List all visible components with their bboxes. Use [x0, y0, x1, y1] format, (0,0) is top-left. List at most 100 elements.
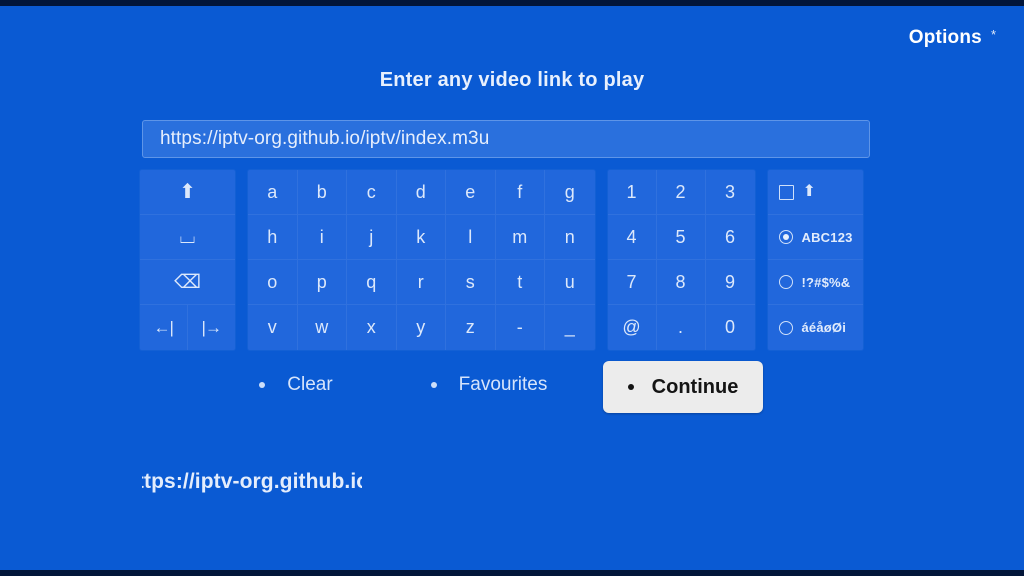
key-s[interactable]: s: [446, 260, 496, 305]
mode-row-symbols[interactable]: !?#$%&: [767, 260, 863, 305]
keyboard-row: 1 2 3: [607, 170, 755, 215]
key-m[interactable]: m: [495, 215, 545, 260]
keyboard-row: 7 8 9: [607, 260, 755, 305]
clear-button-label: Clear: [287, 374, 333, 395]
continue-button-label: Continue: [651, 375, 739, 398]
mode-label-abc123: ABC123: [801, 229, 853, 245]
key-w[interactable]: w: [297, 305, 347, 350]
keyboard-row: a b c d e f g: [248, 170, 595, 215]
key-period[interactable]: .: [656, 305, 706, 350]
key-y[interactable]: y: [396, 305, 446, 350]
key-1[interactable]: 1: [607, 170, 657, 215]
modifier-row: ←| |→: [140, 305, 235, 350]
key-5[interactable]: 5: [656, 215, 706, 260]
on-screen-keyboard: ⬆ ⌴ ⌫ ←| |→ a b c d e f g h i j k l m n …: [140, 170, 863, 350]
key-hyphen[interactable]: -: [495, 305, 545, 350]
mode-row-accents[interactable]: áéåøØi: [767, 305, 863, 350]
key-r[interactable]: r: [396, 260, 446, 305]
key-e[interactable]: e: [446, 170, 496, 215]
shift-up-arrow-icon: ⬆: [802, 183, 816, 200]
status-url-text: https://iptv-org.github.io/iptv/index.m3…: [142, 470, 362, 493]
favourites-button-label: Favourites: [458, 374, 548, 395]
modifier-row: ⌫: [140, 260, 235, 305]
key-backspace[interactable]: ⌫: [140, 260, 235, 305]
keyboard-numbers-panel: 1 2 3 4 5 6 7 8 9 @ . 0: [607, 170, 755, 350]
radio-icon-symbols[interactable]: [778, 275, 793, 289]
continue-button[interactable]: Continue: [603, 361, 763, 413]
favourites-button[interactable]: Favourites: [400, 361, 578, 409]
key-6[interactable]: 6: [705, 215, 755, 260]
modifier-row: ⬆: [140, 170, 235, 215]
key-q[interactable]: q: [347, 260, 397, 305]
mode-label-accents: áéåøØi: [801, 320, 847, 335]
key-j[interactable]: j: [347, 215, 397, 260]
letterbox-bottom: [0, 570, 1024, 576]
key-7[interactable]: 7: [607, 260, 657, 305]
bullet-icon: [259, 382, 266, 388]
clear-button[interactable]: Clear: [217, 361, 375, 409]
key-0[interactable]: 0: [705, 305, 755, 350]
radio-icon-accents[interactable]: [778, 320, 793, 335]
arrow-left-to-bar-icon: ←|: [153, 318, 174, 337]
keyboard-modifier-panel: ⬆ ⌴ ⌫ ←| |→: [140, 170, 235, 350]
action-button-row: Clear Favourites Continue: [217, 361, 763, 413]
key-l[interactable]: l: [446, 215, 496, 260]
keyboard-mode-panel: ⬆ ABC123 !?#$%& áéåøØi: [767, 170, 863, 350]
bar-to-arrow-right-icon: |→: [201, 318, 222, 337]
key-9[interactable]: 9: [705, 260, 755, 305]
mode-label-symbols: !?#$%&: [801, 274, 851, 290]
tv-keyboard-screen: Options * Enter any video link to play h…: [0, 0, 1024, 576]
keyboard-row: h i j k l m n: [248, 215, 595, 260]
key-shift[interactable]: ⬆: [140, 170, 235, 215]
key-i[interactable]: i: [297, 215, 347, 260]
keyboard-row: o p q r s t u: [248, 260, 595, 305]
key-8[interactable]: 8: [656, 260, 706, 305]
url-input-value: https://iptv-org.github.io/iptv/index.m3…: [160, 128, 490, 149]
options-star-icon: *: [990, 27, 996, 42]
key-x[interactable]: x: [347, 305, 397, 350]
key-z[interactable]: z: [446, 305, 496, 350]
space-bar-icon: ⌴: [179, 226, 196, 248]
key-4[interactable]: 4: [607, 215, 657, 260]
status-url-marquee: https://iptv-org.github.io/iptv/index.m3…: [142, 466, 362, 498]
key-v[interactable]: v: [248, 305, 298, 350]
backspace-icon: ⌫: [174, 271, 201, 293]
key-t[interactable]: t: [495, 260, 545, 305]
key-p[interactable]: p: [297, 260, 347, 305]
key-o[interactable]: o: [248, 260, 298, 305]
key-c[interactable]: c: [347, 170, 397, 215]
key-at[interactable]: @: [607, 305, 657, 350]
checkbox-icon[interactable]: [778, 184, 794, 200]
url-input[interactable]: https://iptv-org.github.io/iptv/index.m3…: [142, 120, 870, 158]
key-cursor-left[interactable]: ←|: [140, 305, 188, 350]
mode-row-shift[interactable]: ⬆: [767, 170, 863, 215]
key-cursor-right[interactable]: |→: [187, 305, 235, 350]
page-title: Enter any video link to play: [379, 69, 645, 91]
key-n[interactable]: n: [545, 215, 595, 260]
key-u[interactable]: u: [545, 260, 595, 305]
key-space[interactable]: ⌴: [140, 215, 235, 260]
key-g[interactable]: g: [545, 170, 595, 215]
key-underscore[interactable]: _: [545, 305, 595, 350]
keyboard-row: @ . 0: [607, 305, 755, 350]
key-f[interactable]: f: [495, 170, 545, 215]
letterbox-top: [0, 0, 1024, 6]
options-button[interactable]: Options *: [909, 27, 996, 49]
bullet-icon: [627, 384, 634, 390]
mode-row-abc123[interactable]: ABC123: [767, 215, 863, 260]
key-2[interactable]: 2: [656, 170, 706, 215]
key-b[interactable]: b: [297, 170, 347, 215]
key-k[interactable]: k: [396, 215, 446, 260]
keyboard-row: v w x y z - _: [248, 305, 595, 350]
options-label: Options: [908, 27, 982, 48]
keyboard-letters-panel: a b c d e f g h i j k l m n o p q r s t …: [248, 170, 595, 350]
bullet-icon: [430, 382, 437, 388]
modifier-row: ⌴: [140, 215, 235, 260]
key-3[interactable]: 3: [705, 170, 755, 215]
shift-up-arrow-icon: ⬆: [179, 181, 196, 203]
key-h[interactable]: h: [248, 215, 298, 260]
keyboard-row: 4 5 6: [607, 215, 755, 260]
radio-icon-abc123[interactable]: [778, 230, 793, 244]
key-a[interactable]: a: [248, 170, 298, 215]
key-d[interactable]: d: [396, 170, 446, 215]
